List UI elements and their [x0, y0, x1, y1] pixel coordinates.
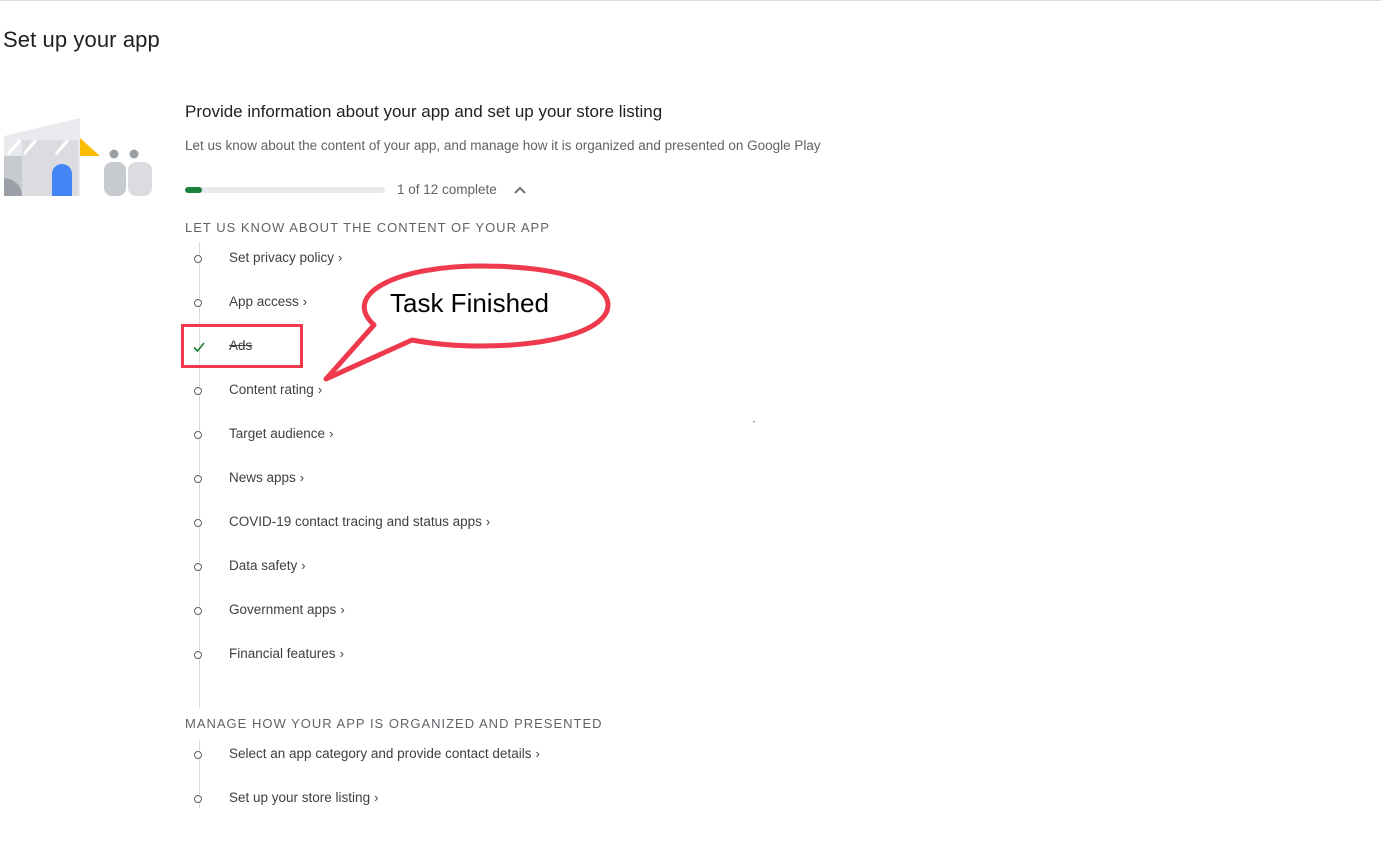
- task-label-text: News apps: [229, 470, 296, 485]
- highlight-box: [181, 324, 303, 368]
- group-title: MANAGE HOW YOUR APP IS ORGANIZED AND PRE…: [185, 716, 603, 731]
- progress-bar: [185, 187, 385, 193]
- circle-icon: [194, 751, 202, 759]
- task-label-text: Financial features: [229, 646, 336, 661]
- chevron-right-icon: ›: [485, 514, 491, 529]
- progress-text: 1 of 12 complete: [397, 182, 497, 197]
- chevron-right-icon: ›: [339, 646, 344, 661]
- section-description: Let us know about the content of your ap…: [185, 138, 821, 153]
- section-heading: Provide information about your app and s…: [185, 102, 663, 121]
- cursor-mark: ˊ: [752, 420, 756, 432]
- task-label-text: Set up your store listing: [229, 790, 371, 805]
- task-label-text: COVID-19 contact tracing and status apps: [229, 514, 482, 529]
- chevron-right-icon: ›: [301, 558, 306, 573]
- task-item[interactable]: Content rating ›: [190, 382, 690, 404]
- task-label: Financial features ›: [229, 646, 344, 661]
- chevron-right-icon: ›: [329, 426, 334, 441]
- task-label: COVID-19 contact tracing and status apps…: [229, 514, 490, 529]
- top-divider: [0, 0, 1381, 1]
- task-label: Set up your store listing ›: [229, 790, 378, 805]
- progress-bar-fill: [185, 187, 202, 193]
- task-label-text: Data safety: [229, 558, 298, 573]
- task-label-text: Set privacy policy: [229, 250, 335, 265]
- chevron-right-icon: ›: [299, 470, 305, 485]
- task-label: App access ›: [229, 294, 307, 309]
- speech-bubble: [323, 263, 611, 382]
- page-title: Set up your app: [3, 27, 160, 52]
- setup-illustration: [4, 118, 152, 196]
- chevron-right-icon: ›: [340, 602, 345, 617]
- task-label-text: Content rating: [229, 382, 314, 397]
- task-item[interactable]: Select an app category and provide conta…: [190, 746, 690, 768]
- task-label: News apps ›: [229, 470, 304, 485]
- circle-icon: [194, 387, 202, 395]
- task-item[interactable]: Target audience ›: [190, 426, 690, 448]
- task-label: Content rating ›: [229, 382, 322, 397]
- chevron-right-icon: ›: [374, 790, 379, 805]
- task-item[interactable]: Government apps ›: [190, 602, 690, 624]
- chevron-right-icon: ›: [535, 746, 540, 761]
- task-label: Government apps ›: [229, 602, 345, 617]
- callout-text: Task Finished: [390, 288, 549, 318]
- task-label-text: Target audience: [229, 426, 326, 441]
- task-label: Target audience ›: [229, 426, 333, 441]
- circle-icon: [194, 651, 202, 659]
- task-label: Select an app category and provide conta…: [229, 746, 540, 761]
- task-item[interactable]: Set up your store listing ›: [190, 790, 690, 812]
- chevron-right-icon: ›: [302, 294, 308, 309]
- group-title: LET US KNOW ABOUT THE CONTENT OF YOUR AP…: [185, 220, 550, 235]
- task-label-text: App access: [229, 294, 299, 309]
- circle-icon: [194, 519, 202, 527]
- task-item[interactable]: News apps ›: [190, 470, 690, 492]
- circle-icon: [194, 795, 202, 803]
- circle-icon: [194, 563, 202, 571]
- chevron-right-icon: ›: [317, 382, 323, 397]
- circle-icon: [194, 607, 202, 615]
- circle-icon: [194, 299, 202, 307]
- task-item[interactable]: COVID-19 contact tracing and status apps…: [190, 514, 690, 536]
- chevron-up-icon[interactable]: [512, 183, 528, 197]
- task-label: Data safety ›: [229, 558, 306, 573]
- task-item[interactable]: Data safety ›: [190, 558, 690, 580]
- task-label-text: Government apps: [229, 602, 337, 617]
- task-item[interactable]: Financial features ›: [190, 646, 690, 668]
- circle-icon: [194, 431, 202, 439]
- circle-icon: [194, 475, 202, 483]
- task-label-text: Select an app category and provide conta…: [229, 746, 532, 761]
- circle-icon: [194, 255, 202, 263]
